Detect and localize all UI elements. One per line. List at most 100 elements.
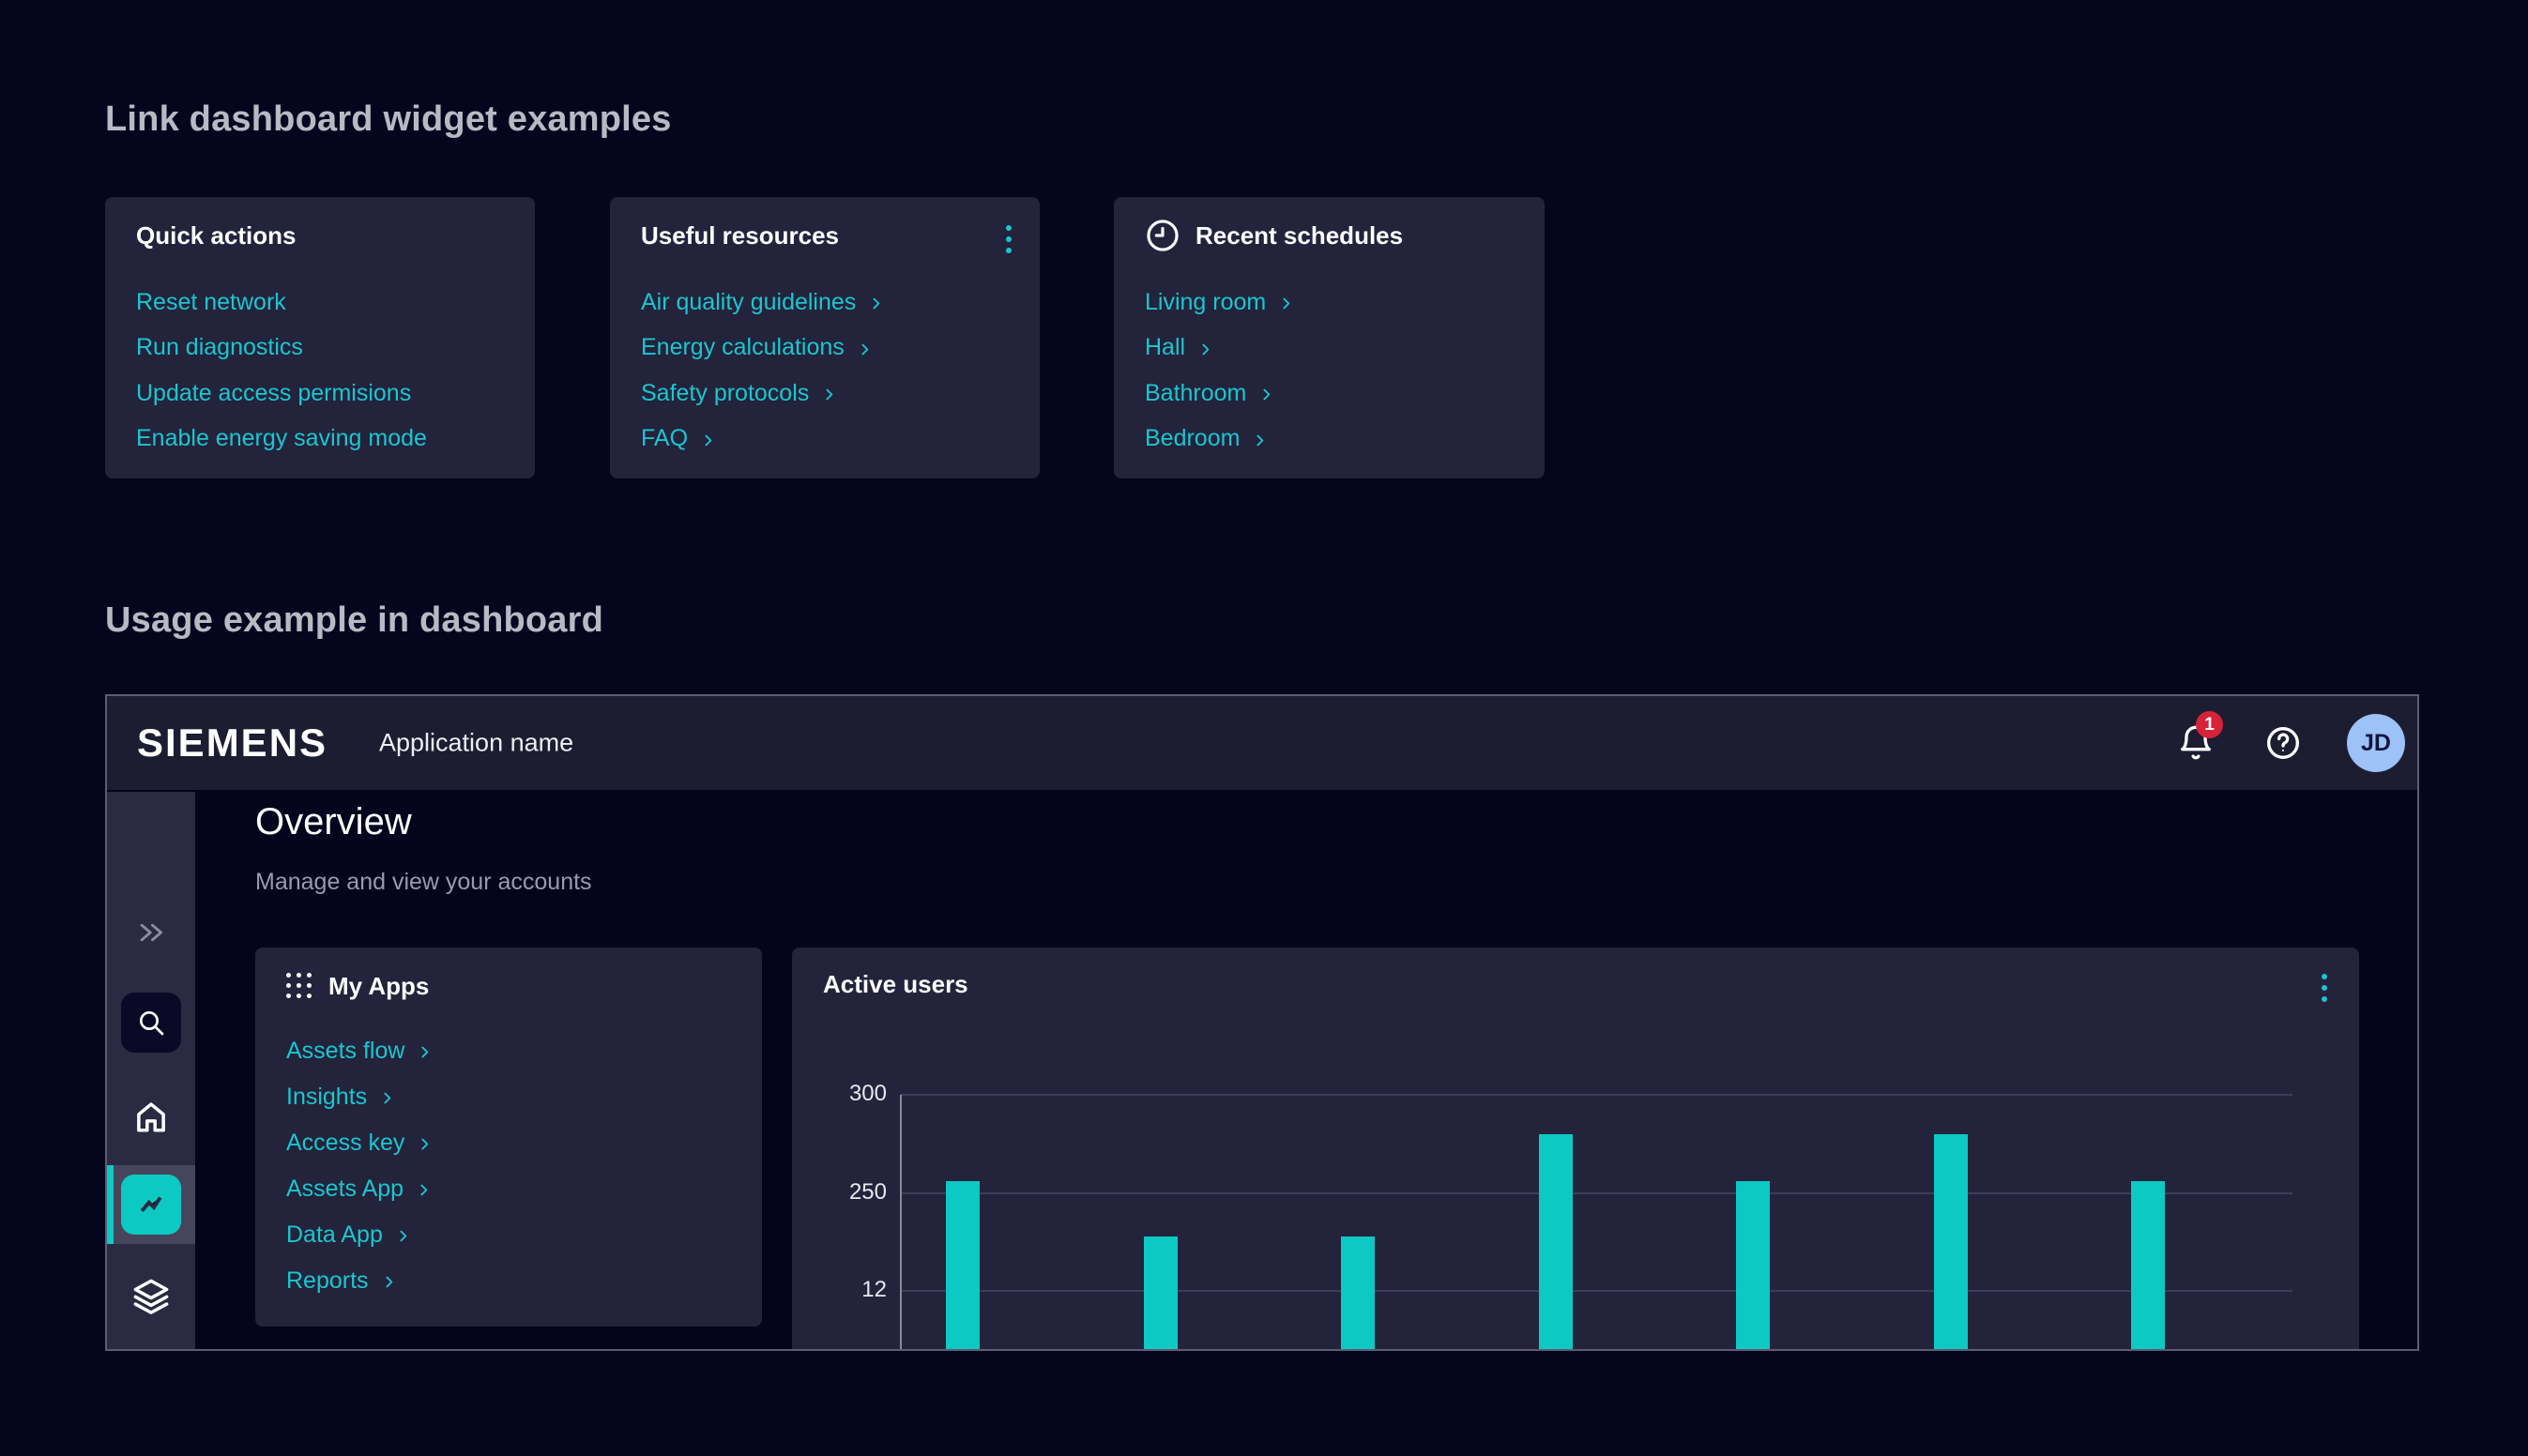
card-link[interactable]: Living room xyxy=(1145,286,1294,318)
chevron-right-icon xyxy=(417,1044,433,1060)
app-link-label: Reports xyxy=(286,1267,369,1295)
card-link-label: Hall xyxy=(1145,334,1185,361)
card-link-label: Bathroom xyxy=(1145,380,1246,407)
page-title: Overview xyxy=(255,801,412,843)
useful-resources-header: Useful resources xyxy=(641,220,839,251)
card-link-label: Bedroom xyxy=(1145,425,1240,452)
siemens-logo: SIEMENS xyxy=(137,720,327,766)
chevron-right-icon xyxy=(1197,341,1213,357)
my-apps-header: My Apps xyxy=(286,970,429,1002)
recent-schedules-links: Living room Hall Bathroom Bedroom xyxy=(1145,286,1294,455)
chart-bar xyxy=(1736,1181,1770,1351)
card-link[interactable]: Safety protocols xyxy=(641,377,884,409)
chevron-right-icon xyxy=(379,1090,395,1106)
recent-schedules-header: Recent schedules xyxy=(1145,220,1403,251)
line-chart-icon xyxy=(134,1188,168,1221)
chevron-right-icon xyxy=(857,341,873,357)
app-link-label: Data App xyxy=(286,1221,383,1249)
search-icon xyxy=(136,1008,166,1038)
chart-gridline xyxy=(900,1192,2292,1194)
card-link[interactable]: FAQ xyxy=(641,423,884,455)
app-link-label: Assets flow xyxy=(286,1038,404,1065)
card-link[interactable]: Reset network xyxy=(136,286,427,318)
app-link[interactable]: Data App xyxy=(286,1219,433,1251)
card-link-label: Energy calculations xyxy=(641,334,845,361)
card-title: Recent schedules xyxy=(1195,221,1403,250)
chart-bar xyxy=(1539,1134,1573,1351)
app-link-label: Access key xyxy=(286,1130,404,1157)
y-axis-tick-label: 250 xyxy=(792,1179,887,1206)
clock-icon xyxy=(1145,218,1180,253)
card-link-label: Reset network xyxy=(136,289,286,316)
y-axis-tick-label: 12 xyxy=(792,1277,887,1303)
quick-actions-header: Quick actions xyxy=(136,220,297,251)
kebab-menu-icon[interactable] xyxy=(1002,221,1015,257)
card-link-label: Update access permisions xyxy=(136,380,411,407)
card-link[interactable]: Bathroom xyxy=(1145,377,1294,409)
chevron-right-icon xyxy=(868,296,884,311)
card-link[interactable]: Air quality guidelines xyxy=(641,286,884,318)
chevron-right-icon xyxy=(1278,296,1294,311)
notifications-button[interactable]: 1 xyxy=(2177,724,2215,762)
page-subtitle: Manage and view your accounts xyxy=(255,869,592,896)
useful-resources-links: Air quality guidelines Energy calculatio… xyxy=(641,286,884,455)
sidebar-item-home[interactable] xyxy=(107,1096,195,1137)
card-title: Useful resources xyxy=(641,221,839,250)
chevron-right-icon xyxy=(1258,387,1274,402)
chart-bar xyxy=(1341,1236,1375,1351)
chevron-right-icon xyxy=(395,1228,411,1244)
app-link[interactable]: Reports xyxy=(286,1265,433,1297)
user-avatar[interactable]: JD xyxy=(2347,714,2405,772)
my-apps-links: Assets flow Insights Access key Assets A… xyxy=(286,1035,433,1297)
heading-link-widget-examples: Link dashboard widget examples xyxy=(105,99,672,140)
chart-gridline xyxy=(900,1290,2292,1292)
app-link[interactable]: Assets App xyxy=(286,1173,433,1205)
app-link-label: Insights xyxy=(286,1084,367,1111)
active-users-plot: 300 250 12 xyxy=(792,948,2359,1351)
card-link[interactable]: Update access permisions xyxy=(136,377,427,409)
double-chevron-right-icon xyxy=(135,917,167,948)
app-header: SIEMENS Application name 1 JD xyxy=(107,696,2417,790)
heading-usage-example: Usage example in dashboard xyxy=(105,600,603,641)
chart-gridline xyxy=(900,1094,2292,1096)
card-link-label: Living room xyxy=(1145,289,1266,316)
card-link-label: FAQ xyxy=(641,425,688,452)
card-title: Quick actions xyxy=(136,221,297,250)
chevron-right-icon xyxy=(821,387,837,402)
notification-badge: 1 xyxy=(2196,711,2223,738)
dashboard-example-frame: SIEMENS Application name 1 JD xyxy=(105,694,2419,1351)
card-link-label: Safety protocols xyxy=(641,380,809,407)
chart-bar xyxy=(1934,1134,1968,1351)
help-button[interactable] xyxy=(2264,724,2302,762)
sidebar-item-analytics-active[interactable] xyxy=(107,1165,195,1244)
card-link[interactable]: Bedroom xyxy=(1145,423,1294,455)
question-circle-icon xyxy=(2264,724,2302,762)
chart-bar xyxy=(946,1181,980,1351)
quick-actions-card: Quick actions Reset network Run diagnost… xyxy=(105,197,535,478)
chart-bar xyxy=(1144,1236,1178,1351)
card-link[interactable]: Energy calculations xyxy=(641,332,884,364)
chevron-right-icon xyxy=(381,1274,397,1290)
app-link[interactable]: Assets flow xyxy=(286,1035,433,1067)
sidebar-item-search[interactable] xyxy=(107,993,195,1053)
app-grid-icon xyxy=(286,973,313,1000)
quick-actions-links: Reset network Run diagnostics Update acc… xyxy=(136,286,427,455)
card-link[interactable]: Enable energy saving mode xyxy=(136,423,427,455)
app-link-label: Assets App xyxy=(286,1175,404,1203)
app-link[interactable]: Insights xyxy=(286,1081,433,1113)
y-axis-line xyxy=(900,1095,902,1351)
sidebar-item-layers[interactable] xyxy=(107,1276,195,1317)
y-axis-tick-label: 300 xyxy=(792,1081,887,1107)
chevron-right-icon xyxy=(700,432,716,448)
home-icon xyxy=(131,1097,171,1136)
card-link-label: Air quality guidelines xyxy=(641,289,856,316)
card-link[interactable]: Hall xyxy=(1145,332,1294,364)
active-users-widget: Active users 30025012 xyxy=(792,948,2359,1351)
useful-resources-card: Useful resources Air quality guidelines … xyxy=(610,197,1040,478)
card-link[interactable]: Run diagnostics xyxy=(136,332,427,364)
card-link-label: Run diagnostics xyxy=(136,334,303,361)
chevron-right-icon xyxy=(416,1182,432,1198)
chevron-right-icon xyxy=(1252,432,1268,448)
app-link[interactable]: Access key xyxy=(286,1127,433,1159)
sidebar-expand-button[interactable] xyxy=(107,912,195,953)
